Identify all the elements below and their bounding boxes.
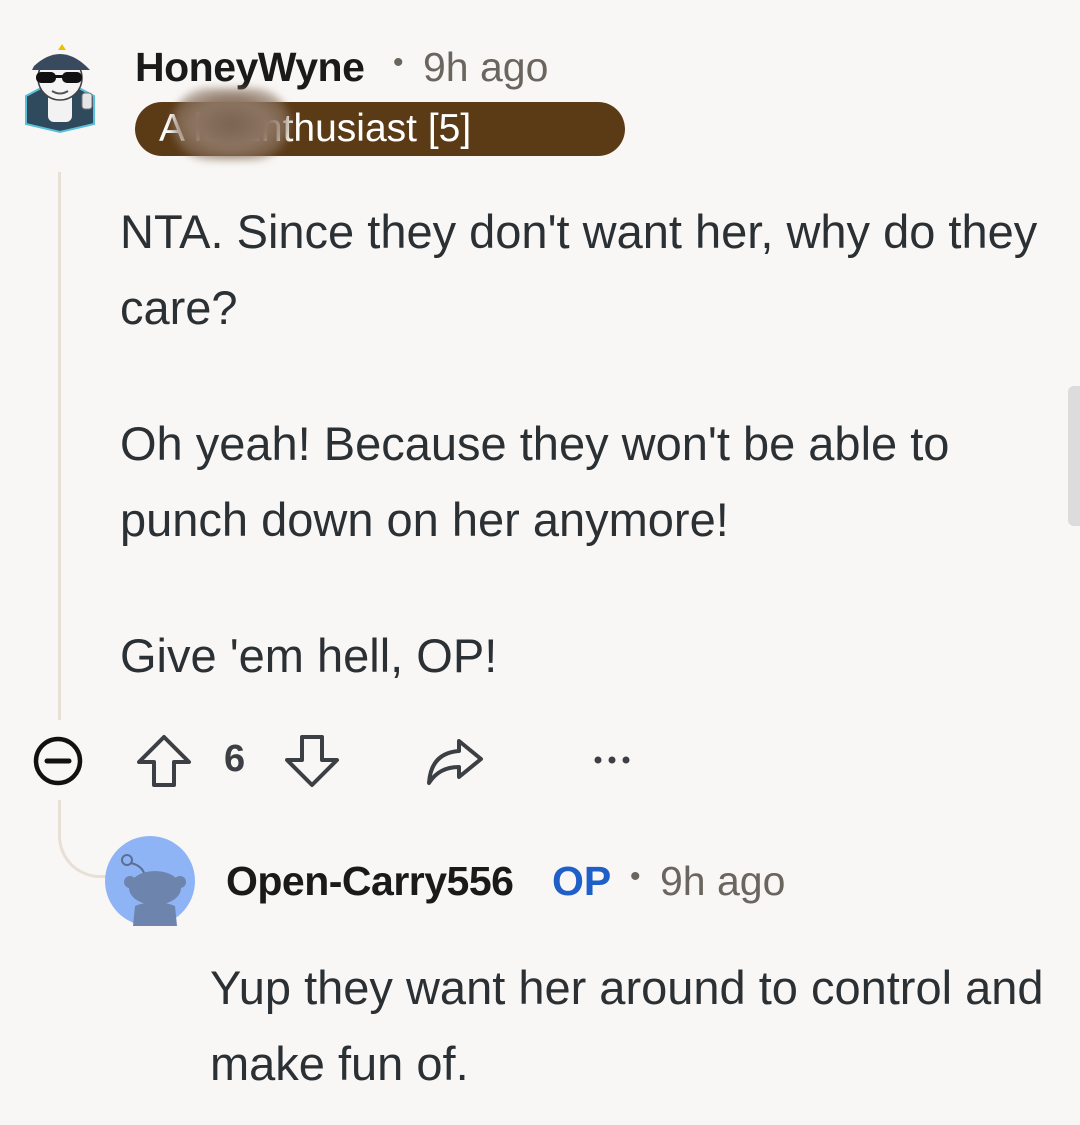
comment-username[interactable]: HoneyWyne xyxy=(135,44,365,91)
vote-count: 6 xyxy=(224,738,246,780)
reply-body: Yup they want her around to control and … xyxy=(210,950,1060,1102)
op-badge: OP xyxy=(552,858,612,904)
scrollbar-thumb[interactable] xyxy=(1068,386,1080,526)
meta-separator: • xyxy=(630,860,641,893)
reply-paragraph: Yup they want her around to control and … xyxy=(210,961,1044,1090)
comment-body: NTA. Since they don't want her, why do t… xyxy=(120,194,1040,754)
comment-paragraph: Oh yeah! Because they won't be able to p… xyxy=(120,417,950,546)
share-arrow-icon[interactable] xyxy=(423,735,485,787)
comment-paragraph: Give 'em hell, OP! xyxy=(120,629,498,682)
comment-paragraph: NTA. Since they don't want her, why do t… xyxy=(120,205,1038,334)
ellipsis-icon[interactable] xyxy=(592,752,632,768)
reply-thread-connector xyxy=(58,800,106,878)
upvote-arrow-icon[interactable] xyxy=(135,732,193,790)
reply-username[interactable]: Open-Carry556 xyxy=(226,858,514,905)
comment-timestamp: 9h ago xyxy=(423,44,549,90)
user-avatar[interactable] xyxy=(22,38,98,134)
reply-timestamp: 9h ago xyxy=(660,858,786,904)
downvote-arrow-icon[interactable] xyxy=(283,732,341,790)
meta-separator: • xyxy=(393,46,404,79)
reply-user-avatar[interactable] xyxy=(105,836,195,926)
collapse-minus-icon[interactable] xyxy=(32,735,84,787)
thread-line xyxy=(58,172,61,720)
flair-redaction-blur xyxy=(172,88,290,160)
